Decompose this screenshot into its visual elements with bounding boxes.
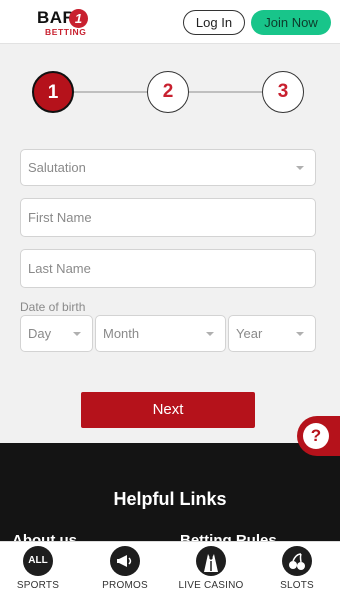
nav-item-live-casino[interactable]: LIVE CASINO: [171, 546, 251, 591]
chevron-down-icon: [206, 332, 214, 336]
last-name-placeholder: Last Name: [28, 261, 91, 276]
help-button[interactable]: ?: [297, 416, 340, 456]
nav-label-promos: PROMOS: [102, 580, 148, 591]
salutation-placeholder: Salutation: [28, 160, 86, 175]
megaphone-icon: [110, 546, 140, 576]
step-2: 2: [147, 71, 189, 113]
dob-year-select[interactable]: Year: [228, 315, 316, 352]
step-connector: [188, 91, 262, 93]
bar-one-betting-logo[interactable]: BAR 1 BETTING: [37, 8, 97, 38]
first-name-placeholder: First Name: [28, 210, 92, 225]
nav-item-sports[interactable]: ALL SPORTS: [0, 546, 78, 591]
nav-label-sports: SPORTS: [16, 580, 60, 591]
salutation-select[interactable]: Salutation: [20, 149, 316, 186]
first-name-field[interactable]: First Name: [20, 198, 316, 237]
dealer-icon: [196, 546, 226, 576]
step-connector: [74, 91, 148, 93]
help-icon: ?: [303, 423, 329, 449]
step-1: 1: [32, 71, 74, 113]
bottom-navigation: ALL SPORTS PROMOS LIVE CASINO SLOTS: [0, 541, 340, 597]
join-now-button[interactable]: Join Now: [251, 10, 331, 35]
last-name-field[interactable]: Last Name: [20, 249, 316, 288]
dob-day-select[interactable]: Day: [20, 315, 93, 352]
login-button[interactable]: Log In: [183, 10, 245, 35]
step-3: 3: [262, 71, 304, 113]
dob-month-select[interactable]: Month: [95, 315, 226, 352]
nav-item-promos[interactable]: PROMOS: [85, 546, 165, 591]
chevron-down-icon: [296, 332, 304, 336]
next-button[interactable]: Next: [81, 392, 255, 428]
nav-label-live-casino: LIVE CASINO: [178, 580, 244, 591]
logo-badge: 1: [69, 9, 88, 28]
nav-item-slots[interactable]: SLOTS: [257, 546, 337, 591]
dob-label: Date of birth: [20, 300, 86, 314]
chevron-down-icon: [296, 166, 304, 170]
day-placeholder: Day: [28, 326, 52, 341]
cherries-icon: [282, 546, 312, 576]
logo-subtext: BETTING: [45, 27, 87, 37]
nav-label-slots: SLOTS: [280, 580, 314, 591]
footer-title: Helpful Links: [113, 489, 227, 509]
footer: Helpful Links About us Betting Rules: [0, 443, 340, 543]
top-header: BAR 1 BETTING Log In Join Now: [0, 0, 340, 44]
chevron-down-icon: [73, 332, 81, 336]
sports-all-icon: ALL: [23, 546, 53, 576]
